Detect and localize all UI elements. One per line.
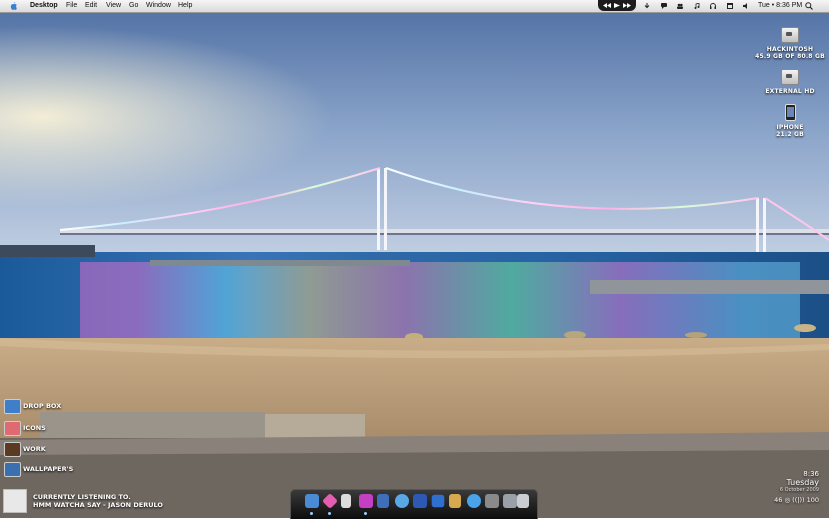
address-book-icon[interactable] xyxy=(449,494,461,508)
now-playing-heading: CURRENTLY LISTENING TO. xyxy=(33,493,131,501)
widget-time: 8:36 xyxy=(803,470,819,478)
downloads-stack-icon[interactable] xyxy=(503,494,517,508)
system-preferences-icon[interactable] xyxy=(485,494,499,508)
shortcut-label: ICONS xyxy=(23,424,46,432)
chat-icon[interactable] xyxy=(661,3,667,9)
widget-day: Tuesday xyxy=(786,478,819,487)
users-icon[interactable] xyxy=(677,3,683,9)
widget-date: 6 October 2009 xyxy=(779,487,819,493)
hard-drive-icon xyxy=(781,27,799,43)
drive-capacity: 45.9 GB OF 80.8 GB xyxy=(755,53,825,60)
wallpapers-folder-icon xyxy=(4,462,21,477)
device-capacity: 21.2 GB xyxy=(776,131,804,138)
trash-icon[interactable] xyxy=(517,494,529,508)
preview-icon[interactable] xyxy=(377,494,389,508)
desktop-wallpaper xyxy=(0,0,829,518)
menu-bar: Desktop File Edit View Go Window Help Tu… xyxy=(0,0,829,13)
drive-name: EXTERNAL HD xyxy=(765,88,815,95)
photoshop-icon[interactable] xyxy=(359,494,373,508)
menu-go[interactable]: Go xyxy=(129,2,138,10)
volume-icon[interactable] xyxy=(743,3,749,9)
dropbox-icon xyxy=(4,399,21,414)
ipod-icon[interactable] xyxy=(341,494,351,508)
previous-track-icon[interactable] xyxy=(603,3,611,8)
headphones-icon[interactable] xyxy=(710,3,716,9)
iphone-icon xyxy=(784,104,796,121)
play-icon[interactable] xyxy=(614,3,620,8)
xcode-icon[interactable] xyxy=(431,494,445,508)
running-indicator xyxy=(364,512,367,515)
album-art xyxy=(3,489,27,513)
media-controls xyxy=(598,0,636,11)
device-name: IPHONE xyxy=(776,124,804,131)
menu-view[interactable]: View xyxy=(106,2,121,10)
menu-app-name[interactable]: Desktop xyxy=(30,2,58,10)
work-folder-icon xyxy=(4,442,21,457)
dock xyxy=(290,489,538,519)
desktop-icon-external-hd[interactable]: EXTERNAL HD xyxy=(755,69,825,95)
desktop-icon-iphone[interactable]: IPHONE 21.2 GB xyxy=(755,104,825,138)
menu-help[interactable]: Help xyxy=(178,2,192,10)
shortcut-label: WALLPAPER'S xyxy=(23,465,74,473)
clock-widget: 8:36 Tuesday 6 October 2009 46 ◎ ((|)) 1… xyxy=(774,470,819,504)
download-icon[interactable] xyxy=(644,3,650,9)
shortcut-label: WORK xyxy=(23,445,46,453)
desktop-icon-hackintosh[interactable]: HACKINTOSH 45.9 GB OF 80.8 GB xyxy=(755,27,825,60)
itunes-icon[interactable] xyxy=(322,493,338,509)
shortcut-label: DROP BOX xyxy=(23,402,62,410)
running-indicator xyxy=(310,512,313,515)
spotlight-search-icon[interactable] xyxy=(805,2,813,10)
window-icon[interactable] xyxy=(727,3,733,9)
next-track-icon[interactable] xyxy=(623,3,631,8)
safari-icon[interactable] xyxy=(467,494,481,508)
menu-file[interactable]: File xyxy=(66,2,77,10)
menu-window[interactable]: Window xyxy=(146,2,171,10)
icons-folder-icon xyxy=(4,421,21,436)
finder-icon[interactable] xyxy=(305,494,319,508)
running-indicator xyxy=(328,512,331,515)
ichat-icon[interactable] xyxy=(395,494,409,508)
music-note-icon[interactable] xyxy=(694,3,700,9)
menubar-clock[interactable]: Tue • 8:36 PM xyxy=(758,2,802,10)
hard-drive-icon xyxy=(781,69,799,85)
menu-edit[interactable]: Edit xyxy=(85,2,97,10)
drive-name: HACKINTOSH xyxy=(766,46,814,53)
apple-menu-icon[interactable] xyxy=(10,2,17,10)
word-icon[interactable] xyxy=(413,494,427,508)
volume-readout: 46 ◎ ((|)) 100 xyxy=(774,496,819,504)
now-playing-track: HMM WATCHA SAY - JASON DERULO xyxy=(33,501,163,509)
